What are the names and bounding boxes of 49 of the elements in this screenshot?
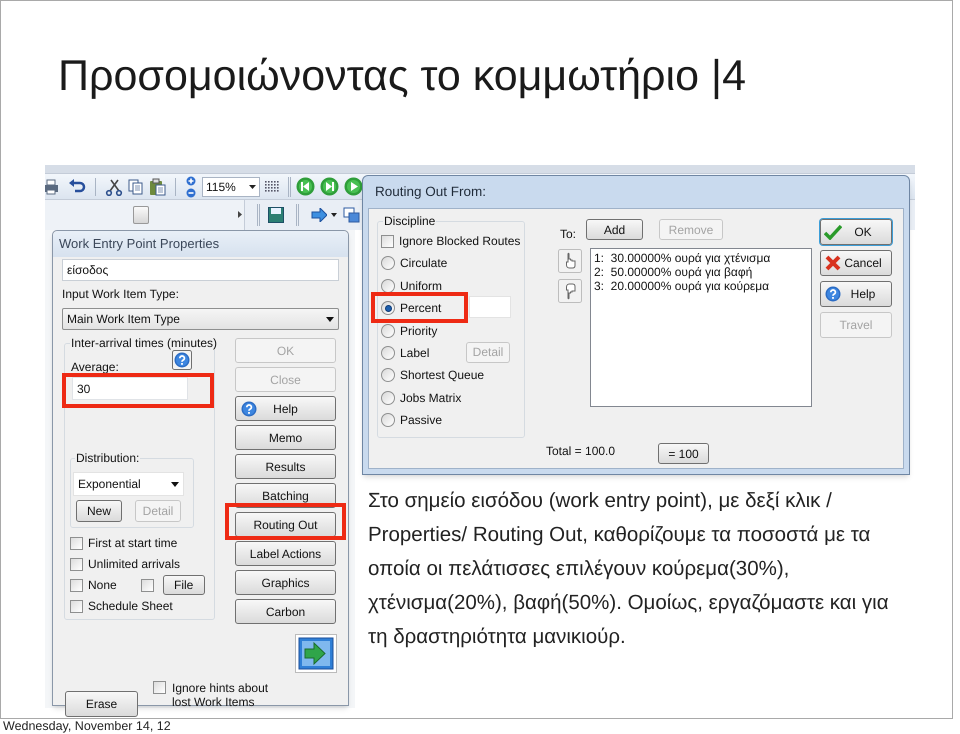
checkbox-label: Ignore hints about lost Work Items — [172, 681, 270, 709]
footer-date: Wednesday, November 14, 12 — [3, 719, 171, 733]
button[interactable]: Results — [235, 454, 336, 479]
radio-label: Circulate — [400, 255, 448, 272]
radio-label: Shortest Queue — [400, 367, 484, 384]
button[interactable]: Help — [820, 281, 892, 307]
total-label: Total = 100.0 — [546, 443, 616, 460]
checkbox-label: First at start time — [88, 535, 178, 552]
erase-button[interactable]: Erase — [65, 691, 138, 717]
radio-label: Percent — [400, 300, 442, 318]
group-label: Discipline — [383, 214, 436, 228]
name-field[interactable]: είσοδος — [62, 259, 339, 281]
slide-title: Προσομοιώνοντας το κομμωτήριο |4 — [58, 51, 746, 102]
field-label: To: — [560, 226, 576, 243]
window-title: Work Entry Point Properties — [59, 235, 220, 254]
checkbox-label: None — [88, 577, 117, 594]
group-label: Distribution: — [75, 451, 140, 465]
button[interactable]: Label Actions — [235, 541, 336, 566]
group-label: Inter-arrival times (minutes) — [70, 336, 218, 350]
radio-label: Jobs Matrix — [400, 390, 462, 407]
button[interactable]: Graphics — [235, 570, 336, 595]
radio-label: Priority — [400, 322, 438, 340]
zoom-dropdown[interactable]: 115% — [202, 176, 260, 196]
list-item[interactable]: 2: 50.00000% ουρά για βαφή — [594, 265, 808, 279]
distribution-dropdown[interactable]: Exponential — [73, 472, 184, 496]
button[interactable]: Cancel — [820, 250, 892, 276]
average-field[interactable]: 30 — [72, 377, 188, 400]
list-item[interactable]: 3: 20.00000% ουρά για κούρεμα — [594, 279, 808, 293]
list-item[interactable]: 1: 30.00000% ουρά για χτένισμα — [594, 251, 808, 265]
window-title: Routing Out From: — [375, 182, 486, 201]
item-type-dropdown[interactable]: Main Work Item Type — [62, 308, 339, 330]
button[interactable]: Carbon — [235, 599, 336, 624]
radio-label: Uniform — [400, 278, 442, 295]
button[interactable]: Memo — [235, 425, 336, 450]
checkbox-label: Unlimited arrivals — [88, 556, 180, 573]
add-button[interactable]: Add — [586, 219, 643, 240]
button[interactable]: Routing Out — [235, 512, 336, 537]
caption-paragraph: Στο σημείο εισόδου (work entry point), με δεξί κλικ / Properties/ Routing Out, καθορίζουμε τα ποσοστά με τα οποία οι πελάτισσες επιλέγουν κούρεμα(30%), χτένισμα(20%), βαφή(50%). Ομοίως, εργαζόμαστε και για τη δραστηριότητα μανικιούρ. — [368, 488, 890, 650]
radio-label: Label — [400, 344, 430, 362]
button[interactable]: Help — [235, 396, 336, 421]
equalize-button[interactable]: = 100 — [658, 443, 709, 464]
button[interactable]: OK — [820, 219, 892, 245]
checkbox-label: Schedule Sheet — [88, 598, 173, 615]
button[interactable]: New — [76, 500, 122, 522]
radio-label: Passive — [400, 412, 442, 430]
field-label: Average: — [71, 359, 119, 376]
field-label: Input Work Item Type: — [62, 287, 180, 302]
checkbox-label: Ignore Blocked Routes — [399, 233, 520, 250]
file-button[interactable]: File — [162, 575, 205, 595]
